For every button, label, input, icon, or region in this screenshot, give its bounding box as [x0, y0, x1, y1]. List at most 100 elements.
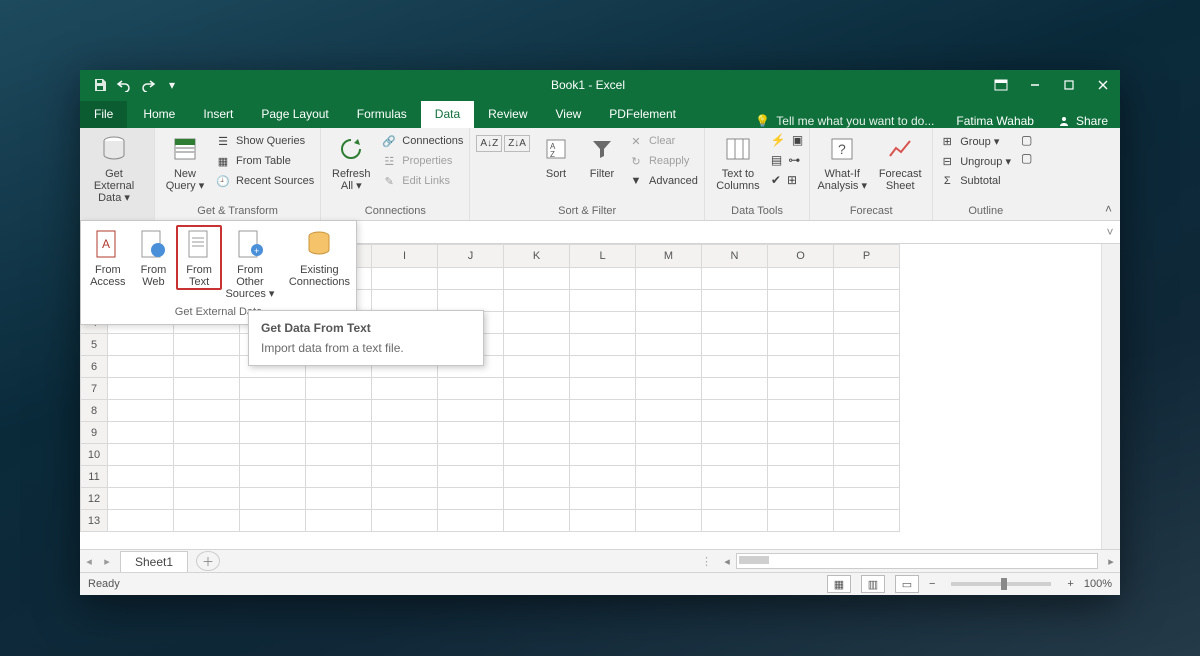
- ribbon-display-icon[interactable]: [984, 70, 1018, 100]
- what-if-button[interactable]: ? What-If Analysis ▾: [816, 131, 868, 192]
- group-label: Data Tools: [711, 203, 803, 220]
- qat-dropdown-icon[interactable]: ▾: [164, 77, 180, 93]
- reapply-button: ↻Reapply: [628, 153, 698, 169]
- existing-connections-button[interactable]: Existing Connections: [287, 225, 352, 290]
- minimize-button[interactable]: [1018, 70, 1052, 100]
- save-icon[interactable]: [92, 77, 108, 93]
- zoom-slider[interactable]: [951, 582, 1051, 586]
- tab-insert[interactable]: Insert: [189, 101, 247, 128]
- from-other-sources-button[interactable]: + From Other Sources ▾: [222, 225, 278, 302]
- remove-dup-icon[interactable]: ▤: [771, 153, 782, 167]
- view-page-layout-icon[interactable]: ▥: [861, 575, 885, 593]
- recent-sources-button[interactable]: 🕘Recent Sources: [215, 173, 314, 189]
- view-page-break-icon[interactable]: ▭: [895, 575, 919, 593]
- flash-fill-icon[interactable]: ⚡: [771, 133, 786, 147]
- row-header[interactable]: 6: [81, 356, 108, 378]
- row-header[interactable]: 10: [81, 444, 108, 466]
- vertical-scrollbar[interactable]: [1101, 244, 1120, 549]
- row-header[interactable]: 7: [81, 378, 108, 400]
- undo-icon[interactable]: [116, 77, 132, 93]
- show-queries-button[interactable]: ☰Show Queries: [215, 133, 314, 149]
- existing-connections-icon: [303, 227, 335, 261]
- row-header[interactable]: 9: [81, 422, 108, 444]
- hide-detail-icon[interactable]: ▢: [1021, 151, 1032, 165]
- sort-asc-icon[interactable]: A↓Z: [476, 135, 502, 152]
- col-header[interactable]: L: [570, 245, 636, 268]
- sort-desc-icon[interactable]: Z↓A: [504, 135, 530, 152]
- advanced-button[interactable]: ▼Advanced: [628, 173, 698, 189]
- filter-button[interactable]: Filter: [582, 131, 622, 180]
- row-header[interactable]: 12: [81, 488, 108, 510]
- share-label: Share: [1076, 114, 1108, 128]
- sheet-nav-prev-icon[interactable]: ◂: [80, 555, 98, 568]
- from-web-button[interactable]: From Web: [131, 225, 177, 290]
- view-normal-icon[interactable]: ▦: [827, 575, 851, 593]
- col-header[interactable]: M: [636, 245, 702, 268]
- tab-pdfelement[interactable]: PDFelement: [595, 101, 690, 128]
- row-header[interactable]: 5: [81, 334, 108, 356]
- tab-page-layout[interactable]: Page Layout: [247, 101, 342, 128]
- get-external-data-button[interactable]: Get External Data ▾: [86, 131, 142, 204]
- hscroll-left-icon[interactable]: ◂: [718, 555, 736, 568]
- zoom-in-icon[interactable]: +: [1067, 578, 1073, 590]
- row-header[interactable]: 8: [81, 400, 108, 422]
- ungroup-button[interactable]: ⊟Ungroup ▾: [939, 153, 1011, 169]
- sheet-nav-next-icon[interactable]: ▸: [98, 555, 116, 568]
- sheet-tab-active[interactable]: Sheet1: [120, 551, 188, 572]
- col-header[interactable]: J: [438, 245, 504, 268]
- forecast-sheet-button[interactable]: Forecast Sheet: [874, 131, 926, 192]
- expand-formula-icon[interactable]: ˅: [1100, 225, 1120, 239]
- redo-icon[interactable]: [140, 77, 156, 93]
- tab-review[interactable]: Review: [474, 101, 541, 128]
- tell-me[interactable]: 💡 Tell me what you want to do...: [745, 114, 944, 128]
- col-header[interactable]: I: [372, 245, 438, 268]
- tab-file[interactable]: File: [80, 101, 127, 128]
- subtotal-button[interactable]: ΣSubtotal: [939, 173, 1011, 189]
- hscroll-right-icon[interactable]: ▸: [1102, 555, 1120, 568]
- relationships-icon[interactable]: ⊶: [788, 153, 800, 167]
- new-query-button[interactable]: New Query ▾: [161, 131, 209, 192]
- add-sheet-button[interactable]: ＋: [196, 551, 220, 571]
- from-access-button[interactable]: A From Access: [85, 225, 131, 290]
- filter-label: Filter: [590, 168, 614, 180]
- manage-data-model-icon[interactable]: ⊞: [787, 173, 797, 187]
- connections-label: Connections: [402, 135, 463, 147]
- tab-formulas[interactable]: Formulas: [343, 101, 421, 128]
- share-button[interactable]: Share: [1046, 114, 1120, 128]
- col-header[interactable]: P: [834, 245, 900, 268]
- forecast-icon: [884, 133, 916, 165]
- horizontal-scrollbar[interactable]: [736, 553, 1098, 569]
- close-button[interactable]: [1086, 70, 1120, 100]
- tab-home[interactable]: Home: [129, 101, 189, 128]
- group-get-external-data: Get External Data ▾: [80, 128, 155, 220]
- user-name[interactable]: Fatima Wahab: [944, 114, 1046, 128]
- sort-button[interactable]: AZ Sort: [536, 131, 576, 180]
- connections-button[interactable]: 🔗Connections: [381, 133, 463, 149]
- col-header[interactable]: O: [768, 245, 834, 268]
- split-handle-icon[interactable]: ⋮: [701, 555, 718, 568]
- group-label: Connections: [327, 203, 463, 220]
- properties-button: ☳Properties: [381, 153, 463, 169]
- from-access-label: From Access: [90, 264, 125, 288]
- what-if-icon: ?: [826, 133, 858, 165]
- consolidate-icon[interactable]: ▣: [792, 133, 803, 147]
- col-header[interactable]: K: [504, 245, 570, 268]
- from-table-button[interactable]: ▦From Table: [215, 153, 314, 169]
- tab-view[interactable]: View: [542, 101, 596, 128]
- show-detail-icon[interactable]: ▢: [1021, 133, 1032, 147]
- sort-label: Sort: [546, 168, 566, 180]
- maximize-button[interactable]: [1052, 70, 1086, 100]
- zoom-out-icon[interactable]: −: [929, 578, 935, 590]
- row-header[interactable]: 13: [81, 510, 108, 532]
- row-header[interactable]: 11: [81, 466, 108, 488]
- data-validation-icon[interactable]: ✔: [771, 173, 781, 187]
- tell-me-text: Tell me what you want to do...: [776, 114, 934, 128]
- group-button[interactable]: ⊞Group ▾: [939, 133, 1011, 149]
- tab-data[interactable]: Data: [421, 101, 474, 128]
- refresh-all-button[interactable]: Refresh All ▾: [327, 131, 375, 192]
- collapse-ribbon-icon[interactable]: ˄: [1105, 202, 1112, 216]
- from-text-button[interactable]: From Text: [176, 225, 222, 290]
- col-header[interactable]: N: [702, 245, 768, 268]
- text-to-columns-button[interactable]: Text to Columns: [711, 131, 765, 192]
- zoom-level[interactable]: 100%: [1084, 578, 1112, 590]
